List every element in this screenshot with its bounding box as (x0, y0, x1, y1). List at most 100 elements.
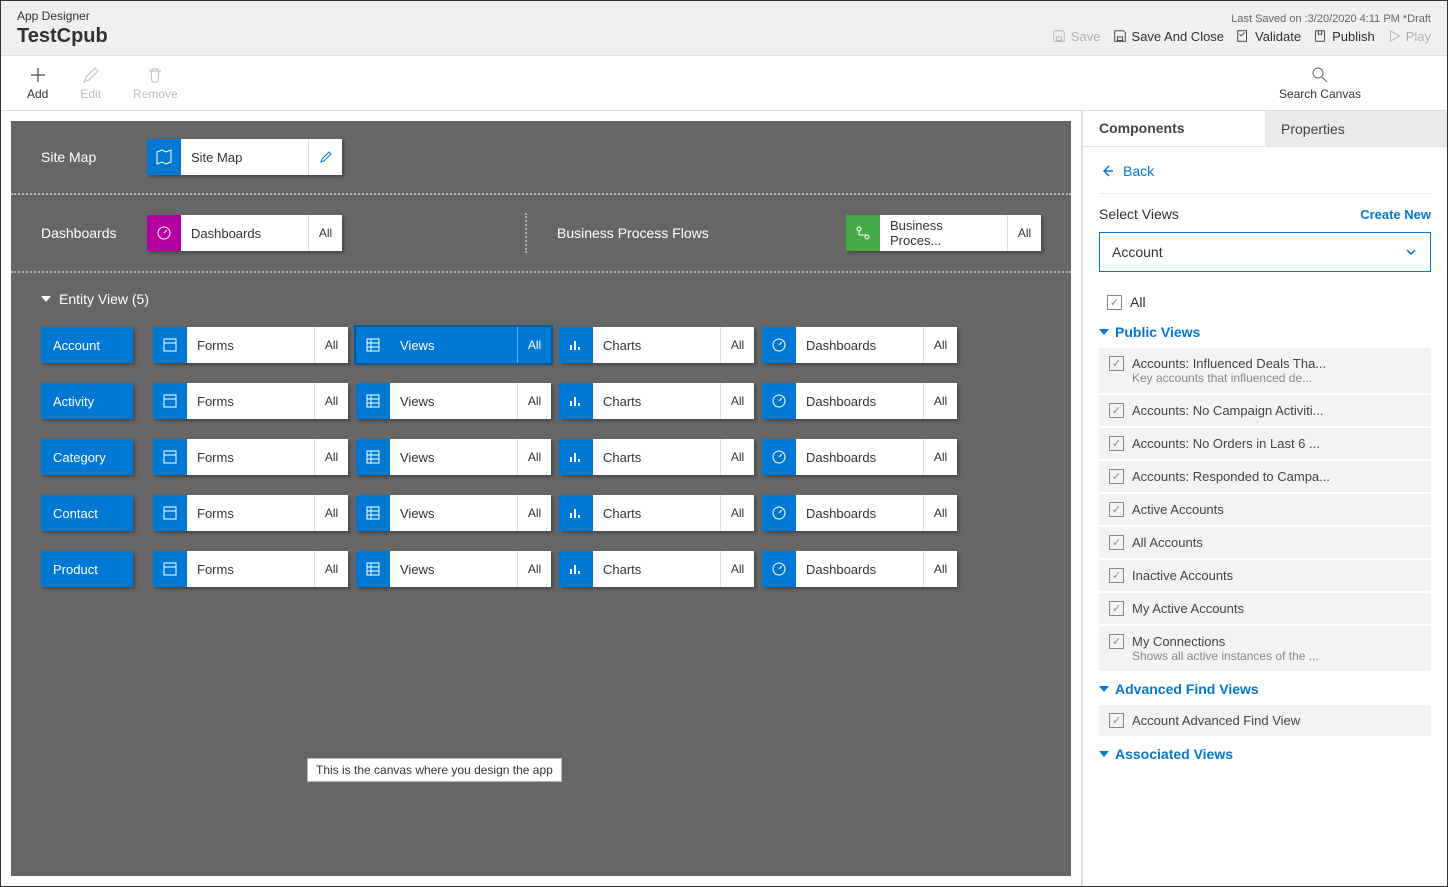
views-icon (356, 327, 390, 363)
play-button[interactable]: Play (1387, 29, 1431, 44)
last-saved-text: Last Saved on :3/20/2020 4:11 PM *Draft (1231, 13, 1431, 25)
gauge-icon (156, 225, 172, 241)
create-new-link[interactable]: Create New (1360, 207, 1431, 222)
remove-button[interactable]: Remove (117, 61, 194, 105)
back-button[interactable]: Back (1099, 157, 1431, 194)
checkbox-icon (1109, 469, 1124, 484)
save-button[interactable]: Save (1052, 29, 1101, 44)
search-icon (1310, 65, 1330, 85)
checkbox-icon (1109, 436, 1124, 451)
entity-forms-tile[interactable]: FormsAll (153, 383, 348, 419)
entity-name-tile[interactable]: Account (41, 327, 133, 363)
publish-button[interactable]: Publish (1313, 29, 1375, 44)
view-item[interactable]: Accounts: Influenced Deals Tha...Key acc… (1099, 348, 1431, 393)
view-item[interactable]: Inactive Accounts (1099, 560, 1431, 591)
view-item[interactable]: My Active Accounts (1099, 593, 1431, 624)
bpf-tile[interactable]: Business Proces... All (846, 215, 1041, 251)
dash-icon (762, 383, 796, 419)
entity-dash-tile[interactable]: DashboardsAll (762, 383, 957, 419)
views-icon (356, 439, 390, 475)
charts-icon (559, 383, 593, 419)
tab-components[interactable]: Components (1083, 111, 1265, 146)
entity-charts-tile[interactable]: ChartsAll (559, 383, 754, 419)
bpf-label: Business Process Flows (557, 225, 709, 241)
entity-views-tile[interactable]: ViewsAll (356, 439, 551, 475)
app-root: App Designer TestCpub Last Saved on :3/2… (0, 0, 1448, 887)
entity-forms-tile[interactable]: FormsAll (153, 495, 348, 531)
entity-dropdown[interactable]: Account (1099, 232, 1431, 272)
entity-row: Product FormsAllViewsAllChartsAllDashboar… (41, 551, 1041, 587)
entity-row: Account FormsAllViewsAllChartsAllDashboar… (41, 327, 1041, 363)
save-and-close-button[interactable]: Save And Close (1113, 29, 1225, 44)
checkbox-icon (1109, 502, 1124, 517)
entity-charts-tile[interactable]: ChartsAll (559, 439, 754, 475)
group-public-views[interactable]: Public Views (1099, 316, 1431, 348)
entity-forms-tile[interactable]: FormsAll (153, 439, 348, 475)
sitemap-tile[interactable]: Site Map (147, 139, 342, 175)
entity-dash-tile[interactable]: DashboardsAll (762, 495, 957, 531)
forms-icon (153, 327, 187, 363)
view-item[interactable]: Accounts: No Orders in Last 6 ... (1099, 428, 1431, 459)
save-close-icon (1113, 29, 1127, 43)
view-item[interactable]: All Accounts (1099, 527, 1431, 558)
flow-icon (855, 225, 871, 241)
entity-view-header[interactable]: Entity View (5) (41, 291, 1041, 307)
entity-name-tile[interactable]: Product (41, 551, 133, 587)
dashboards-tile[interactable]: Dashboards All (147, 215, 342, 251)
chevron-down-icon (1099, 329, 1109, 335)
dash-icon (762, 495, 796, 531)
view-item[interactable]: My ConnectionsShows all active instances… (1099, 626, 1431, 671)
entity-dash-tile[interactable]: DashboardsAll (762, 327, 957, 363)
title-bar: App Designer TestCpub Last Saved on :3/2… (1, 1, 1447, 56)
entity-charts-tile[interactable]: ChartsAll (559, 495, 754, 531)
entity-charts-tile[interactable]: ChartsAll (559, 551, 754, 587)
chevron-down-icon (1099, 686, 1109, 692)
views-icon (356, 551, 390, 587)
forms-icon (153, 495, 187, 531)
all-checkbox-row[interactable]: All (1099, 288, 1431, 316)
entity-row: Category FormsAllViewsAllChartsAllDashboa… (41, 439, 1041, 475)
search-canvas-button[interactable]: Search Canvas (1263, 61, 1377, 105)
app-designer-label: App Designer (17, 9, 108, 23)
validate-button[interactable]: Validate (1236, 29, 1301, 44)
group-associated-views[interactable]: Associated Views (1099, 738, 1431, 770)
view-item[interactable]: Accounts: No Campaign Activiti... (1099, 395, 1431, 426)
app-title: TestCpub (17, 25, 108, 48)
view-item[interactable]: Account Advanced Find View (1099, 705, 1431, 736)
entity-name-tile[interactable]: Activity (41, 383, 133, 419)
entity-views-tile[interactable]: ViewsAll (356, 327, 551, 363)
entity-name-tile[interactable]: Category (41, 439, 133, 475)
checkbox-icon (1109, 713, 1124, 728)
canvas[interactable]: Site Map Site Map Dashboards (11, 121, 1071, 876)
sitemap-edit-icon[interactable] (308, 139, 342, 175)
checkbox-icon (1109, 403, 1124, 418)
entity-row: Activity FormsAllViewsAllChartsAllDashboa… (41, 383, 1041, 419)
entity-forms-tile[interactable]: FormsAll (153, 551, 348, 587)
forms-icon (153, 383, 187, 419)
validate-icon (1236, 29, 1250, 43)
add-button[interactable]: Add (11, 61, 64, 105)
entity-dash-tile[interactable]: DashboardsAll (762, 551, 957, 587)
view-item[interactable]: Accounts: Responded to Campa... (1099, 461, 1431, 492)
group-advanced-find-views[interactable]: Advanced Find Views (1099, 673, 1431, 705)
tab-properties[interactable]: Properties (1265, 111, 1447, 146)
entity-dash-tile[interactable]: DashboardsAll (762, 439, 957, 475)
views-icon (356, 383, 390, 419)
play-icon (1387, 29, 1401, 43)
entity-name-tile[interactable]: Contact (41, 495, 133, 531)
dash-icon (762, 327, 796, 363)
edit-button[interactable]: Edit (64, 61, 117, 105)
entity-forms-tile[interactable]: FormsAll (153, 327, 348, 363)
entity-views-tile[interactable]: ViewsAll (356, 495, 551, 531)
plus-icon (28, 65, 48, 85)
charts-icon (559, 439, 593, 475)
entity-views-tile[interactable]: ViewsAll (356, 551, 551, 587)
view-item[interactable]: Active Accounts (1099, 494, 1431, 525)
entity-charts-tile[interactable]: ChartsAll (559, 327, 754, 363)
canvas-tooltip: This is the canvas where you design the … (307, 758, 562, 782)
select-views-title: Select Views (1099, 206, 1179, 222)
entity-row: Contact FormsAllViewsAllChartsAllDashboar… (41, 495, 1041, 531)
trash-icon (145, 65, 165, 85)
side-panel: Components Properties Back Select Views … (1082, 111, 1447, 886)
entity-views-tile[interactable]: ViewsAll (356, 383, 551, 419)
